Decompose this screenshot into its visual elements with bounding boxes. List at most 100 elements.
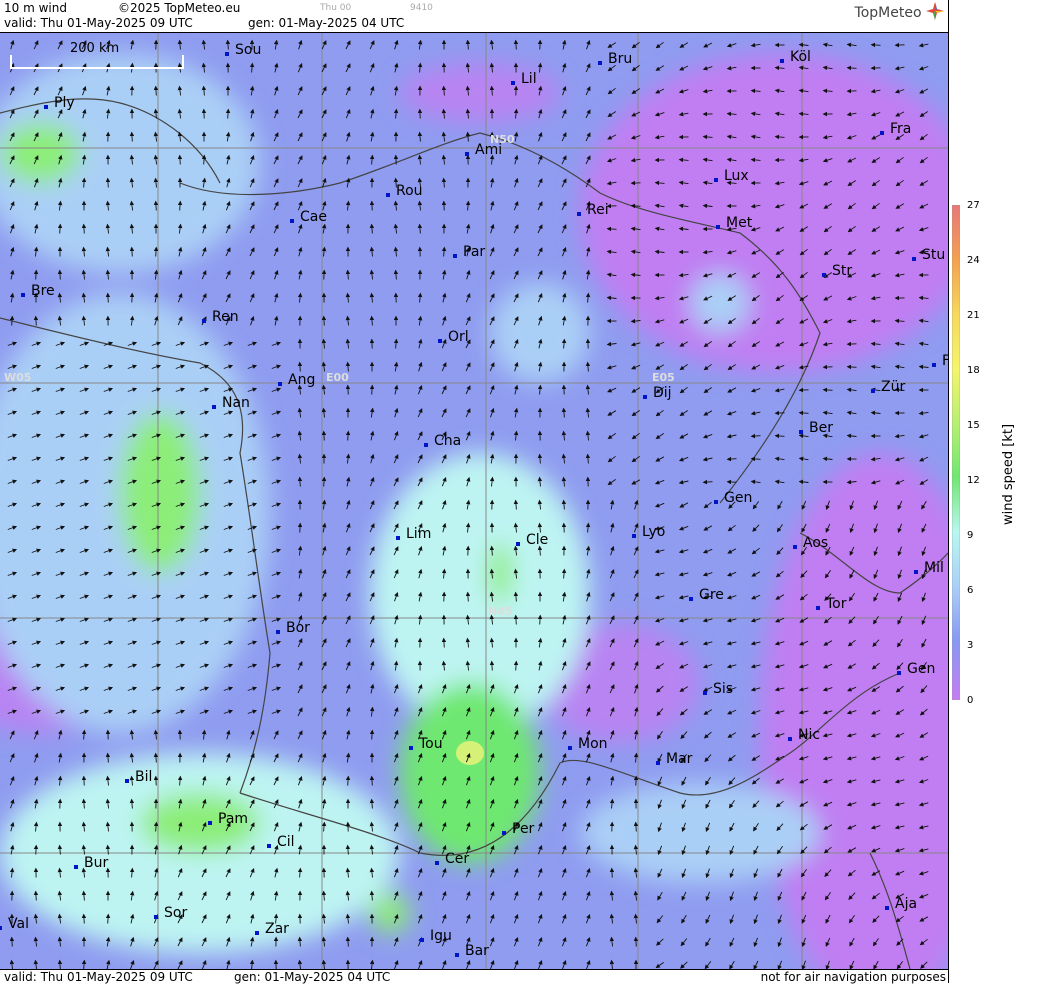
grid-label-e05: E05 [652, 371, 675, 384]
wind-speed-legend: 27 24 21 18 15 12 9 6 3 0 wind speed [kt… [948, 0, 1039, 983]
wind-arrow [36, 271, 37, 280]
legend-tick: 3 [967, 640, 973, 651]
wind-arrow [324, 478, 325, 487]
city-label: Bil [135, 769, 152, 785]
wind-arrow [468, 593, 469, 602]
wind-arrow [132, 248, 133, 257]
city-label: Mil [924, 560, 944, 576]
wind-arrow [516, 616, 517, 625]
city-label: Cae [300, 209, 327, 225]
city-label: Fra [890, 121, 911, 137]
map-header: 10 m wind ©2025 TopMeteo.eu Thu 00 9410 … [0, 0, 948, 33]
wind-arrow [300, 478, 301, 487]
legend-tick: 21 [967, 310, 980, 321]
time-small: Thu 00 [320, 3, 351, 13]
wind-arrow [12, 317, 13, 326]
wind-arrow [324, 432, 325, 441]
wind-arrow [84, 225, 85, 234]
product-title: 10 m wind [4, 1, 67, 15]
wind-arrow [824, 390, 833, 391]
wind-arrow [752, 436, 761, 437]
wind-arrow [704, 482, 713, 483]
wind-arrow [348, 777, 349, 786]
city-label: Cil [277, 834, 295, 850]
city-label: Rou [396, 183, 423, 199]
wind-arrow [492, 662, 493, 671]
wind-map[interactable]: 200 km N50 N45 E00 E05 W05 Sou Ply Lil B… [0, 33, 948, 969]
city-label: Bar [465, 943, 489, 959]
city-label: Rei [587, 202, 609, 218]
wind-arrow [800, 413, 809, 414]
city-label: Tor [826, 596, 847, 612]
wind-arrow [848, 68, 857, 69]
scale-bar: 200 km [10, 55, 184, 69]
map-footer: valid: Thu 01-May-2025 09 UTC gen: 01-Ma… [0, 969, 948, 984]
grid-label-n45: N45 [488, 605, 513, 618]
city-label: Ply [54, 95, 75, 111]
wind-arrow [228, 110, 229, 119]
wind-arrow [60, 225, 61, 234]
city-label: Gen [724, 490, 752, 506]
city-label: Ren [212, 309, 239, 325]
city-label: Zar [265, 921, 289, 937]
legend-title: wind speed [kt] [1001, 424, 1016, 525]
wind-field [0, 33, 948, 969]
valid-time: valid: Thu 01-May-2025 09 UTC [4, 16, 193, 30]
city-label: Sor [164, 905, 187, 921]
compass-star-icon [926, 2, 944, 20]
city-label: Str [832, 263, 852, 279]
city-label: Orl [448, 329, 469, 345]
wind-arrow [348, 386, 349, 395]
city-label: Sis [713, 681, 733, 697]
city-label: Tou [419, 736, 443, 752]
city-label: Igu [430, 928, 452, 944]
wind-arrow [156, 202, 157, 211]
wind-arrow [300, 363, 301, 372]
city-label: Zür [881, 379, 905, 395]
wind-arrow [132, 133, 133, 142]
legend-tick: 24 [967, 255, 980, 266]
wind-arrow [752, 459, 761, 460]
wind-arrow [776, 436, 785, 437]
wind-arrow [612, 869, 613, 878]
city-label: Gre [699, 587, 724, 603]
wind-arrow [348, 432, 349, 441]
wind-arrow [444, 639, 445, 648]
legend-tick: 12 [967, 475, 980, 486]
city-label: Aja [895, 896, 917, 912]
city-label: Bru [608, 51, 632, 67]
wind-arrow [372, 386, 373, 395]
wind-arrow [60, 271, 61, 280]
city-label: Ang [288, 372, 315, 388]
wind-arrow [108, 915, 109, 924]
legend-tick: 15 [967, 420, 980, 431]
legend-tick: 9 [967, 530, 973, 541]
copyright: ©2025 TopMeteo.eu [118, 1, 240, 15]
wind-arrow [180, 156, 181, 165]
city-label: Pam [218, 811, 248, 827]
legend-colorbar [952, 205, 960, 700]
wind-arrow [372, 777, 373, 786]
scale-label: 200 km [70, 41, 119, 56]
city-label: Cha [434, 433, 461, 449]
wind-arrow [324, 317, 325, 326]
city-label: Bre [31, 283, 55, 299]
wind-arrow [848, 367, 857, 368]
wind-arrow [636, 938, 637, 947]
gen-time: gen: 01-May-2025 04 UTC [248, 16, 404, 30]
wind-arrow [84, 961, 85, 970]
city-label: Stu [922, 247, 945, 263]
wind-arrow [108, 179, 109, 188]
city-label: Ber [809, 420, 833, 436]
city-label: Lux [724, 168, 749, 184]
wind-arrow [204, 156, 205, 165]
legend-tick: 18 [967, 365, 980, 376]
wind-arrow [636, 823, 637, 832]
footer-gen-time: gen: 01-May-2025 04 UTC [234, 970, 390, 984]
wind-arrow [728, 459, 737, 460]
wind-arrow [36, 317, 37, 326]
grid-label-w05: W05 [4, 371, 31, 384]
code-small: 9410 [410, 3, 433, 13]
city-label: Ami [475, 142, 502, 158]
wind-arrow [372, 731, 373, 740]
